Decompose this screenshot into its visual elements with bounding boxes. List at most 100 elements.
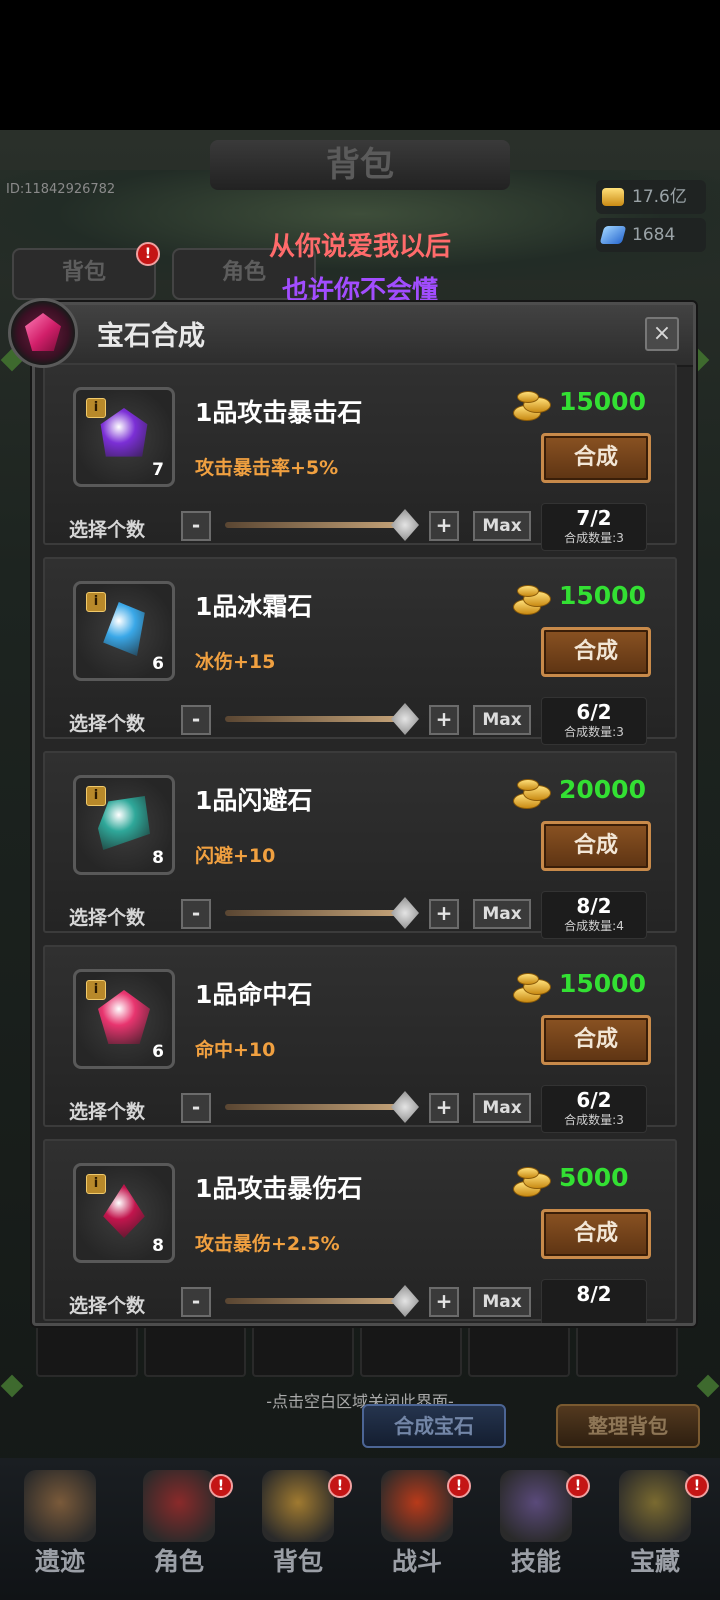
- select-count-label: 选择个数: [69, 907, 146, 929]
- nav-label: 角色: [153, 1547, 204, 1576]
- count-slider-track[interactable]: [225, 910, 405, 916]
- compose-button[interactable]: 合成: [541, 821, 651, 871]
- max-button[interactable]: Max: [473, 899, 531, 929]
- output-count: 合成数量:3: [564, 1113, 624, 1127]
- close-button[interactable]: ×: [645, 317, 679, 351]
- count-slider-track[interactable]: [225, 716, 405, 722]
- nav-label: 背包: [272, 1547, 323, 1576]
- quantity-ratio: 6/2: [576, 700, 612, 724]
- count-slider-handle[interactable]: [391, 509, 419, 541]
- inventory-slot[interactable]: [360, 1325, 462, 1377]
- inventory-slot[interactable]: [576, 1325, 678, 1377]
- increase-button[interactable]: +: [429, 899, 459, 929]
- decrease-button[interactable]: -: [181, 1093, 211, 1123]
- player-id: ID:11842926782: [6, 182, 116, 197]
- info-icon[interactable]: i: [86, 592, 106, 612]
- max-button[interactable]: Max: [473, 1287, 531, 1317]
- gold-amount: 17.6亿: [632, 187, 687, 207]
- gem-name: 1品攻击暴伤石: [195, 1174, 363, 1203]
- info-icon[interactable]: i: [86, 786, 106, 806]
- gem-name: 1品攻击暴击石: [195, 398, 363, 427]
- quantity-ratio: 6/2: [576, 1088, 612, 1112]
- gem-slot[interactable]: i 6: [73, 581, 175, 681]
- max-button[interactable]: Max: [473, 511, 531, 541]
- nav-item[interactable]: ! 角色: [123, 1462, 235, 1582]
- gem-recipe-card: i 7 1品攻击暴击石 攻击暴击率+5% 15000 合成 选择个数 - + M…: [43, 363, 677, 551]
- select-count-label: 选择个数: [69, 1295, 146, 1317]
- gem-slot[interactable]: i 6: [73, 969, 175, 1069]
- gem-emblem-icon: [8, 298, 78, 368]
- nav-item[interactable]: ! 技能: [480, 1462, 592, 1582]
- nav-icon: [262, 1470, 334, 1542]
- gold-coin-icon: [511, 1167, 551, 1197]
- nav-item[interactable]: ! 背包: [242, 1462, 354, 1582]
- info-icon[interactable]: i: [86, 980, 106, 1000]
- quantity-ratio: 7/2: [576, 506, 612, 530]
- gold-cost: 15000: [559, 581, 646, 610]
- gem-recipe-card: i 6 1品命中石 命中+10 15000 合成 选择个数 - + Max 6/…: [43, 945, 677, 1133]
- compose-button[interactable]: 合成: [541, 433, 651, 483]
- compose-button[interactable]: 合成: [541, 1209, 651, 1259]
- alert-badge: !: [685, 1474, 709, 1498]
- inventory-slot[interactable]: [36, 1325, 138, 1377]
- alert-badge: !: [209, 1474, 233, 1498]
- select-count-label: 选择个数: [69, 1101, 146, 1123]
- count-slider-handle[interactable]: [391, 1091, 419, 1123]
- nav-item[interactable]: ! 宝藏: [599, 1462, 711, 1582]
- info-icon[interactable]: i: [86, 398, 106, 418]
- gold-coin-icon: [602, 188, 624, 206]
- nav-icon: [24, 1470, 96, 1542]
- gem-slot[interactable]: i 7: [73, 387, 175, 487]
- increase-button[interactable]: +: [429, 1287, 459, 1317]
- gem-icon: [100, 408, 148, 457]
- gem-slot[interactable]: i 8: [73, 775, 175, 875]
- nav-icon: [500, 1470, 572, 1542]
- count-slider-handle[interactable]: [391, 1285, 419, 1317]
- inventory-slot[interactable]: [252, 1325, 354, 1377]
- nav-item[interactable]: 遗迹: [4, 1462, 116, 1582]
- gold-cost: 20000: [559, 775, 646, 804]
- compose-button[interactable]: 合成: [541, 1015, 651, 1065]
- gold-cost: 15000: [559, 387, 646, 416]
- decrease-button[interactable]: -: [181, 899, 211, 929]
- decrease-button[interactable]: -: [181, 1287, 211, 1317]
- increase-button[interactable]: +: [429, 705, 459, 735]
- gem-count: 7: [152, 460, 164, 480]
- gold-coin-icon: [511, 585, 551, 615]
- count-slider-handle[interactable]: [391, 897, 419, 929]
- gem-effect: 攻击暴击率+5%: [195, 457, 339, 479]
- quantity-display: 8/2: [541, 1279, 647, 1323]
- inventory-slot[interactable]: [468, 1325, 570, 1377]
- compose-button[interactable]: 合成: [541, 627, 651, 677]
- output-count: 合成数量:3: [564, 725, 624, 739]
- inventory-slot[interactable]: [144, 1325, 246, 1377]
- decrease-button[interactable]: -: [181, 511, 211, 541]
- gem-effect: 闪避+10: [195, 845, 276, 867]
- gem-slot[interactable]: i 8: [73, 1163, 175, 1263]
- gem-count: 6: [152, 1042, 164, 1062]
- gem-icon: [103, 1184, 145, 1238]
- nav-label: 战斗: [391, 1547, 442, 1576]
- alert-badge: !: [328, 1474, 352, 1498]
- max-button[interactable]: Max: [473, 1093, 531, 1123]
- quantity-display: 8/2 合成数量:4: [541, 891, 647, 939]
- count-slider-track[interactable]: [225, 1298, 405, 1304]
- increase-button[interactable]: +: [429, 1093, 459, 1123]
- quantity-display: 6/2 合成数量:3: [541, 697, 647, 745]
- output-count: 合成数量:4: [564, 919, 624, 933]
- decrease-button[interactable]: -: [181, 705, 211, 735]
- increase-button[interactable]: +: [429, 511, 459, 541]
- nav-item[interactable]: ! 战斗: [361, 1462, 473, 1582]
- sort-backpack-button[interactable]: 整理背包: [556, 1404, 700, 1448]
- gem-synthesis-panel: 宝石合成 × i 7 1品攻击暴击石 攻击暴击率+5% 15000 合成 选择个…: [32, 302, 696, 1326]
- count-slider-handle[interactable]: [391, 703, 419, 735]
- gold-resource: 17.6亿: [596, 180, 706, 214]
- synthesize-gems-button[interactable]: 合成宝石: [362, 1404, 506, 1448]
- count-slider-track[interactable]: [225, 522, 405, 528]
- max-button[interactable]: Max: [473, 705, 531, 735]
- quantity-ratio: 8/2: [576, 1282, 612, 1306]
- gold-cost: 15000: [559, 969, 646, 998]
- gem-icon: [98, 990, 150, 1044]
- info-icon[interactable]: i: [86, 1174, 106, 1194]
- count-slider-track[interactable]: [225, 1104, 405, 1110]
